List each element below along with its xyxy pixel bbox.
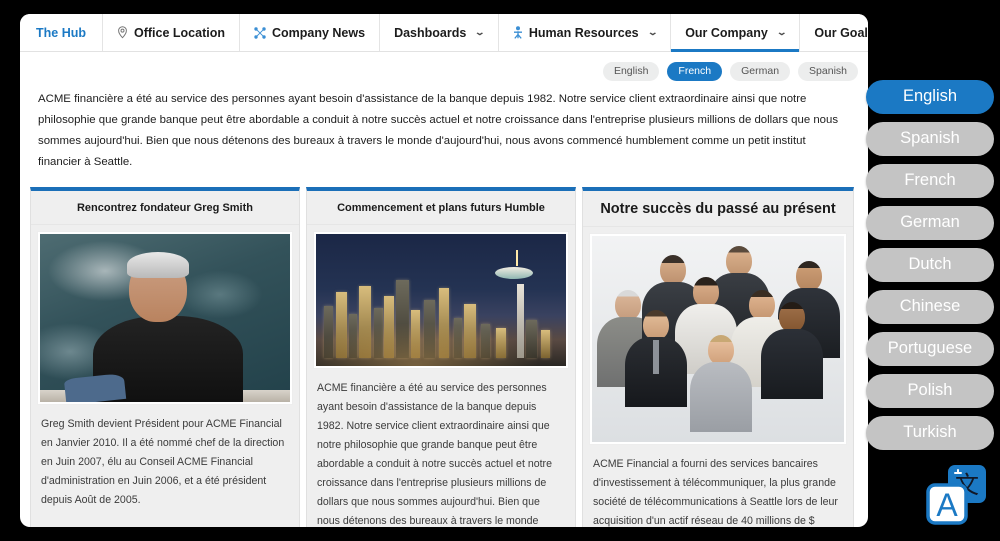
nav-item-company-news[interactable]: Company News [240,14,381,51]
location-pin-icon [117,26,128,39]
language-pill-spanish[interactable]: Spanish [866,122,994,156]
language-overlay-list: English Spanish French German Dutch Chin… [866,80,994,450]
card-body: ACME Financial a fourni des services ban… [583,445,853,527]
nav-label: Office Location [134,25,225,40]
chevron-down-icon: ⌄ [474,27,486,37]
card-title: Notre succès du passé au présent [583,191,853,227]
card-founder: Rencontrez fondateur Greg Smith Greg Smi [30,187,300,527]
card-media [589,233,847,445]
language-pill-portuguese[interactable]: Portuguese [866,332,994,366]
nav-item-our-company[interactable]: Our Company ⌄ [671,14,801,52]
nav-label: The Hub [36,25,86,40]
nav-item-human-resources[interactable]: Human Resources ⌄ [499,14,672,51]
person-icon [513,26,523,39]
language-pill-polish[interactable]: Polish [866,374,994,408]
nav-item-office-location[interactable]: Office Location [103,14,240,51]
team-group-photo-image [592,236,844,442]
card-title: Rencontrez fondateur Greg Smith [31,191,299,225]
card-row: Rencontrez fondateur Greg Smith Greg Smi [20,173,868,527]
language-chip-english[interactable]: English [602,62,660,81]
language-pill-dutch[interactable]: Dutch [866,248,994,282]
page-canvas: The Hub Office Location Company News Das… [20,14,868,527]
card-paragraph: Greg Smith devient Président pour ACME F… [41,418,285,506]
card-paragraph: ACME Financial a fourni des services ban… [593,458,838,527]
main-navigation: The Hub Office Location Company News Das… [20,14,868,52]
nav-item-dashboards[interactable]: Dashboards ⌄ [380,14,499,51]
nav-label: Company News [271,25,366,40]
nav-item-our-goals[interactable]: Our Goals ⌄ [800,14,868,51]
card-body: ACME financière a été au service des per… [307,369,575,527]
card-humble-beginnings: Commencement et plans futurs Humble ACME… [306,187,576,527]
share-network-icon [254,26,266,39]
language-pill-chinese[interactable]: Chinese [866,290,994,324]
nav-label: Our Goals [814,25,868,40]
card-paragraph: Un vétéran de 31 ans de l'entreprise, il… [41,524,289,527]
nav-label: Our Company [685,25,768,40]
card-body: Greg Smith devient Président pour ACME F… [31,405,299,527]
card-paragraph: ACME financière a été au service des per… [317,382,552,527]
svg-text:A: A [936,487,958,523]
translate-app-icon[interactable]: 文 A [920,459,992,531]
language-chip-french[interactable]: French [667,62,723,81]
language-pill-english[interactable]: English [866,80,994,114]
card-media [313,231,569,369]
language-chip-row: English French German Spanish [20,52,868,85]
nav-label: Human Resources [528,25,639,40]
language-chip-spanish[interactable]: Spanish [798,62,858,81]
card-our-success: Notre succès du passé au présent ACME Fi… [582,187,854,527]
nav-label: Dashboards [394,25,467,40]
founder-portrait-image [40,234,290,402]
screen-root: The Hub Office Location Company News Das… [0,0,1000,541]
language-pill-turkish[interactable]: Turkish [866,416,994,450]
nav-item-the-hub[interactable]: The Hub [20,14,103,51]
chevron-down-icon: ⌄ [646,27,659,37]
language-chip-german[interactable]: German [730,62,791,81]
intro-paragraph: ACME financière a été au service des per… [38,93,839,168]
language-pill-german[interactable]: German [866,206,994,240]
chevron-down-icon: ⌄ [775,27,788,37]
language-pill-french[interactable]: French [866,164,994,198]
card-media [37,231,293,405]
seattle-skyline-image [316,234,566,366]
card-title: Commencement et plans futurs Humble [307,191,575,225]
